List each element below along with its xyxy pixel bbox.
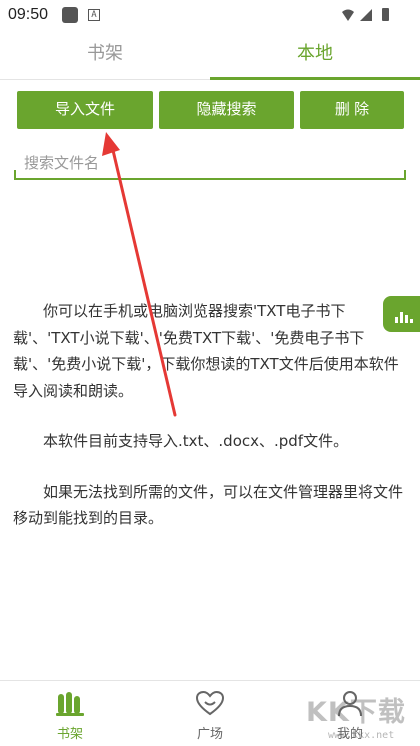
- info-paragraph-3: 如果无法找到所需的文件，可以在文件管理器里将文件移动到能找到的目录。: [13, 482, 404, 528]
- bookshelf-icon: [56, 692, 84, 716]
- nav-bookshelf-label: 书架: [56, 727, 83, 742]
- watermark-text: KK下载: [306, 697, 406, 728]
- tab-local[interactable]: 本地: [210, 32, 420, 80]
- hide-search-button[interactable]: 隐藏搜索: [159, 91, 294, 129]
- nav-bookshelf[interactable]: 书架: [0, 681, 140, 746]
- search-input[interactable]: [24, 150, 394, 176]
- info-paragraph-2: 本软件目前支持导入.txt、.docx、.pdf文件。: [43, 432, 349, 450]
- signal-icon: [360, 9, 372, 21]
- search-box: [14, 148, 406, 180]
- status-time: 09:50: [8, 6, 49, 23]
- nav-square-label: 广场: [196, 727, 223, 742]
- nav-square[interactable]: 广场: [140, 681, 280, 746]
- delete-button[interactable]: 删 除: [300, 91, 404, 129]
- app-square-icon: [62, 7, 78, 23]
- watermark: KK下载 www.kkx.net: [300, 686, 418, 744]
- side-float-button[interactable]: [383, 296, 420, 332]
- battery-icon: [382, 8, 389, 21]
- active-tab-indicator: [210, 77, 420, 80]
- wifi-icon: [342, 9, 354, 21]
- heart-face-icon: [195, 690, 225, 716]
- status-icons: [342, 8, 389, 21]
- info-text: 你可以在手机或电脑浏览器搜索'TXT电子书下载'、'TXT小说下载'、'免费TX…: [13, 298, 405, 556]
- watermark-url: www.kkx.net: [328, 730, 395, 741]
- status-bar: 09:50 A: [0, 0, 420, 32]
- import-file-button[interactable]: 导入文件: [17, 91, 153, 129]
- a-notification-icon: A: [88, 9, 100, 21]
- tab-bookshelf[interactable]: 书架: [0, 32, 210, 80]
- bar-chart-icon: [395, 312, 413, 323]
- info-paragraph-1: 你可以在手机或电脑浏览器搜索'TXT电子书下载'、'TXT小说下载'、'免费TX…: [13, 302, 399, 400]
- top-tabs: 书架 本地: [0, 32, 420, 80]
